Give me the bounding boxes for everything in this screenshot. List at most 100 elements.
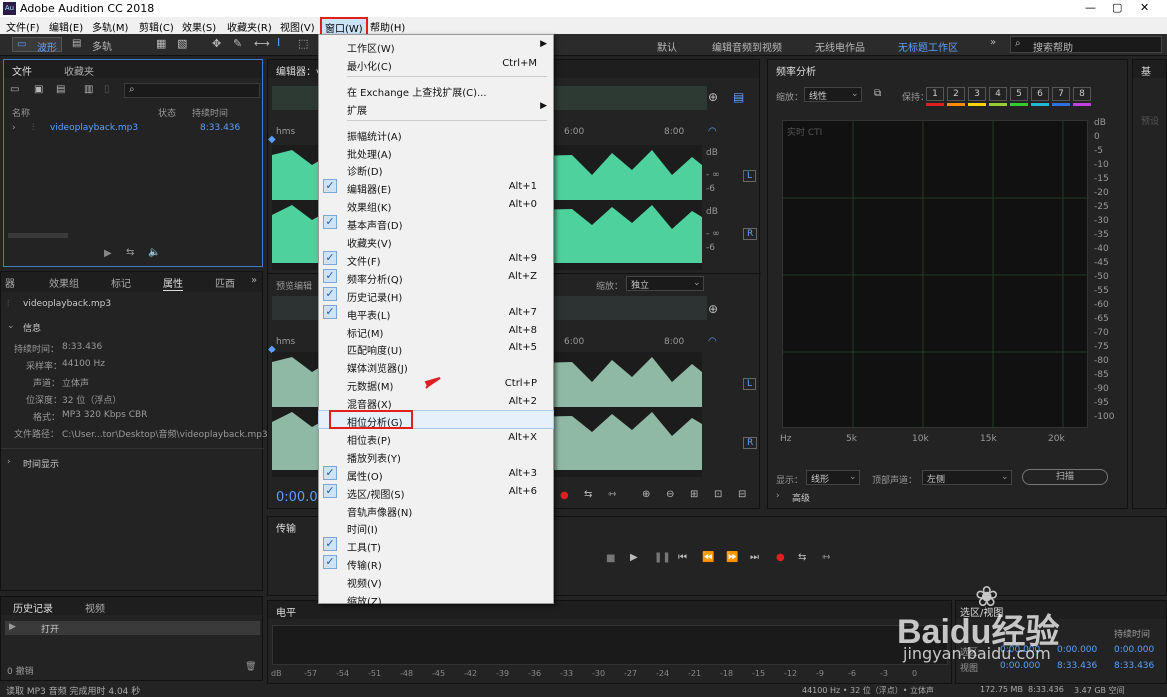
playhead-marker[interactable]: ◆ bbox=[268, 134, 276, 145]
channel-r-button[interactable]: R bbox=[743, 228, 758, 240]
zoom-out-amplitude-icon[interactable]: ⊖ bbox=[666, 489, 674, 500]
more-workspaces-icon[interactable]: » bbox=[990, 37, 996, 48]
window-menu-item[interactable]: ✓ 传输(R) bbox=[319, 554, 553, 572]
window-menu-item[interactable]: ✓ 电平表(L) Alt+7 bbox=[319, 304, 553, 322]
slip-tool-icon[interactable]: ⟷ bbox=[254, 37, 270, 50]
preview-zoom-target-icon[interactable]: ⊕ bbox=[708, 302, 718, 316]
headphone-icon[interactable]: ◠ bbox=[708, 126, 717, 137]
channel-l-button[interactable]: L bbox=[743, 170, 757, 182]
window-menu-item[interactable]: ✓ 工具(T) bbox=[319, 536, 553, 554]
hold-button[interactable]: 4 bbox=[989, 87, 1007, 101]
menu-favorites[interactable]: 收藏夹(R) bbox=[227, 19, 272, 34]
open-folder-icon[interactable]: ▭ bbox=[10, 84, 19, 95]
menu-effects[interactable]: 效果(S) bbox=[182, 19, 216, 34]
workspace-radio[interactable]: 无线电作品 bbox=[815, 39, 865, 54]
skip-selection-icon[interactable]: ⇿ bbox=[608, 489, 616, 500]
tab-files[interactable]: 文件 bbox=[12, 63, 32, 78]
maximize-button[interactable]: ▢ bbox=[1112, 1, 1122, 14]
zoom-target-icon[interactable]: ⊕ bbox=[708, 90, 718, 104]
window-menu-item[interactable]: 最小化(C) Ctrl+M bbox=[319, 55, 553, 73]
tab-meters[interactable]: 器 bbox=[5, 275, 15, 290]
spectral-icon[interactable]: ▦ bbox=[156, 37, 166, 50]
window-menu-item[interactable]: ✓ 历史记录(H) bbox=[319, 286, 553, 304]
time-display-chevron-icon[interactable]: › bbox=[7, 457, 11, 467]
window-menu-item[interactable]: 扩展 ▶ bbox=[319, 99, 553, 117]
zoom-in-amplitude-icon[interactable]: ⊕ bbox=[642, 489, 650, 500]
window-menu-item[interactable]: 媒体浏览器(J) bbox=[319, 357, 553, 375]
hold-button[interactable]: 5 bbox=[1010, 87, 1028, 101]
minimize-button[interactable]: — bbox=[1085, 1, 1096, 14]
hold-button[interactable]: 6 bbox=[1031, 87, 1049, 101]
snapshot-icon[interactable]: ⧉ bbox=[874, 88, 881, 99]
zoom-full-icon[interactable]: ⊡ bbox=[714, 489, 722, 500]
spectral-view-icon[interactable]: ▤ bbox=[733, 90, 744, 104]
history-item[interactable]: ▶ 打开 bbox=[5, 621, 260, 635]
tab-video[interactable]: 视频 bbox=[85, 600, 105, 615]
window-menu-item[interactable]: ✓ 选区/视图(S) Alt+6 bbox=[319, 483, 553, 501]
transport-loop-icon[interactable]: ⇆ bbox=[798, 552, 806, 563]
window-menu-item[interactable]: 播放列表(Y) bbox=[319, 447, 553, 465]
horizontal-scrollbar[interactable] bbox=[8, 233, 68, 238]
window-menu-item[interactable]: 效果组(K) Alt+0 bbox=[319, 196, 553, 214]
menu-multitrack[interactable]: 多轨(M) bbox=[92, 19, 128, 34]
multitrack-view-button[interactable]: ▤ 多轨 bbox=[68, 37, 118, 53]
tab-effects[interactable]: 效果组 bbox=[49, 275, 79, 290]
waveform-view-button[interactable]: ▭ 波形 bbox=[12, 37, 62, 54]
record-icon[interactable]: ● bbox=[560, 490, 569, 501]
advanced-chevron-icon[interactable]: › bbox=[776, 491, 780, 501]
trash-icon[interactable]: 🗑 bbox=[245, 662, 256, 672]
column-status[interactable]: 状态 bbox=[158, 106, 176, 119]
window-menu-item[interactable]: 批处理(A) bbox=[319, 143, 553, 161]
window-menu-item[interactable]: 音轨声像器(N) bbox=[319, 501, 553, 519]
menu-edit[interactable]: 编辑(E) bbox=[49, 19, 83, 34]
workspace-default[interactable]: 默认 bbox=[657, 39, 677, 54]
window-menu-item[interactable]: ✓ 基本声音(D) bbox=[319, 214, 553, 232]
tab-properties[interactable]: 属性 bbox=[163, 275, 183, 291]
display-select[interactable]: 线形 ⌄ bbox=[806, 470, 860, 485]
hold-button[interactable]: 2 bbox=[947, 87, 965, 101]
tab-match[interactable]: 匹酉 bbox=[215, 275, 235, 290]
window-menu-item[interactable]: ✓ 文件(F) Alt+9 bbox=[319, 250, 553, 268]
delete-icon[interactable]: ▯ bbox=[104, 84, 110, 95]
scan-button[interactable]: 扫描 bbox=[1022, 469, 1108, 485]
go-to-end-icon[interactable]: ⏭ bbox=[750, 552, 759, 563]
column-name[interactable]: 名称 bbox=[12, 106, 30, 119]
window-menu-item[interactable]: 在 Exchange 上查找扩展(C)... bbox=[319, 81, 553, 99]
window-menu-item[interactable]: 缩放(Z) bbox=[319, 590, 553, 608]
help-search-input[interactable]: ⌕ 搜索帮助 bbox=[1010, 36, 1162, 54]
preview-channel-l-button[interactable]: L bbox=[743, 378, 757, 390]
window-menu-item[interactable]: 诊断(D) bbox=[319, 160, 553, 178]
tab-favorites[interactable]: 收藏夹 bbox=[64, 63, 94, 78]
preview-headphone-icon[interactable]: ◠ bbox=[708, 336, 717, 347]
panel-more-icon[interactable]: » bbox=[251, 275, 257, 286]
window-menu-item[interactable]: ✓ 频率分析(Q) Alt+Z bbox=[319, 268, 553, 286]
menu-clip[interactable]: 剪辑(C) bbox=[139, 19, 174, 34]
scale-select[interactable]: 线性 ⌄ bbox=[804, 87, 862, 102]
play-icon[interactable]: ▶ bbox=[104, 248, 112, 259]
pitch-icon[interactable]: ▧ bbox=[177, 37, 187, 50]
window-menu-item[interactable]: 标记(M) Alt+8 bbox=[319, 322, 553, 340]
play-button-icon[interactable]: ▶ bbox=[630, 552, 638, 563]
pause-icon[interactable]: ❚❚ bbox=[654, 552, 671, 563]
stop-icon[interactable]: ■ bbox=[606, 553, 615, 564]
menu-view[interactable]: 视图(V) bbox=[280, 19, 315, 34]
transport-record-icon[interactable]: ● bbox=[776, 552, 785, 563]
marquee-tool-icon[interactable]: ⬚ bbox=[298, 37, 308, 50]
preview-channel-r-button[interactable]: R bbox=[743, 437, 758, 449]
window-menu-item[interactable]: 振幅统计(A) bbox=[319, 125, 553, 143]
tab-history[interactable]: 历史记录 bbox=[13, 600, 53, 615]
column-duration[interactable]: 持续时间 bbox=[192, 106, 228, 119]
loop-icon[interactable]: ⇆ bbox=[126, 247, 134, 258]
window-menu-item[interactable]: ✓ 编辑器(E) Alt+1 bbox=[319, 178, 553, 196]
top-channel-select[interactable]: 左侧 ⌄ bbox=[922, 470, 1012, 485]
window-menu-item[interactable]: 收藏夹(V) bbox=[319, 232, 553, 250]
razor-tool-icon[interactable]: ✎ bbox=[233, 37, 242, 50]
import-icon[interactable]: ▣ bbox=[34, 84, 43, 95]
hold-button[interactable]: 8 bbox=[1073, 87, 1091, 101]
tab-markers[interactable]: 标记 bbox=[111, 275, 131, 290]
time-selection-tool-icon[interactable]: I bbox=[277, 36, 280, 49]
fast-forward-icon[interactable]: ⏩ bbox=[726, 552, 738, 563]
window-menu-item[interactable]: 工作区(W) ▶ bbox=[319, 37, 553, 55]
rewind-icon[interactable]: ⏪ bbox=[702, 552, 714, 563]
info-chevron-icon[interactable]: ⌄ bbox=[7, 321, 15, 331]
